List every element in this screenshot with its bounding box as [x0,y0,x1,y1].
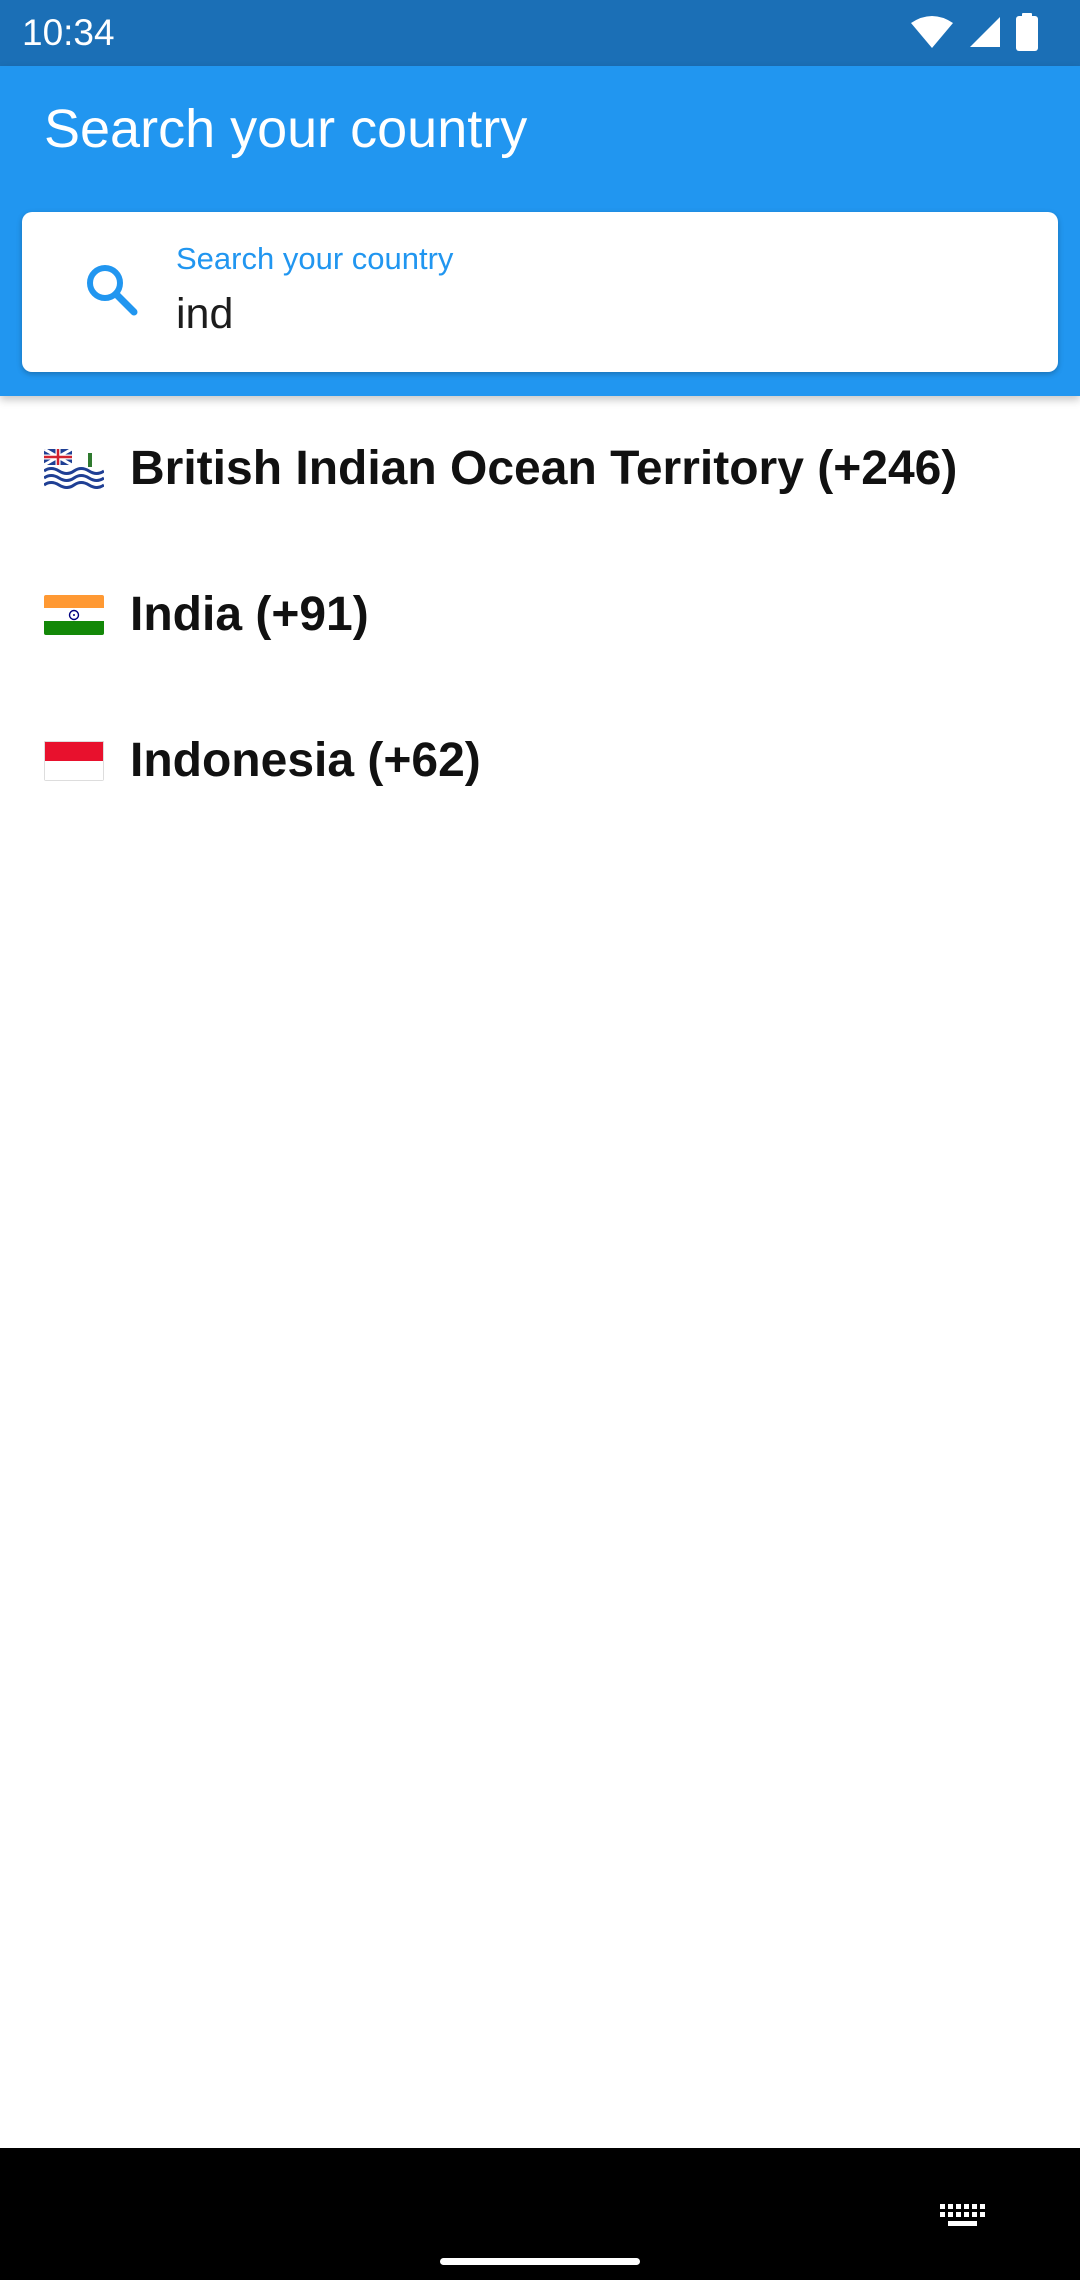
status-time: 10:34 [22,12,115,53]
country-item-indonesia[interactable]: Indonesia (+62) [0,688,1080,834]
british-indian-ocean-territory-flag-icon [44,449,104,489]
status-bar: 10:34 [0,0,1080,66]
search-label: Search your country [176,241,454,276]
search-input[interactable] [176,284,1016,344]
keyboard-icon[interactable] [938,2202,988,2230]
battery-icon [1016,13,1038,51]
home-handle[interactable] [440,2258,640,2265]
signal-icon [970,17,1000,47]
indonesia-flag-icon [44,741,104,781]
india-flag-icon [44,595,104,635]
country-name: British Indian Ocean Territory (+246) [130,442,958,495]
navigation-bar [0,2148,1080,2280]
search-icon [87,265,138,316]
country-item-india[interactable]: India (+91) [0,542,1080,688]
country-item-british-indian-ocean-territory[interactable]: British Indian Ocean Territory (+246) [0,396,1080,542]
search-card[interactable]: Search your country [22,212,1058,372]
app-bar: Search your country Search your country [0,66,1080,396]
country-list: British Indian Ocean Territory (+246) In… [0,396,1080,834]
country-name: Indonesia (+62) [130,734,481,787]
country-name: India (+91) [130,588,369,641]
wifi-icon [911,16,953,48]
status-icons [910,12,1038,52]
page-title: Search your country [44,99,528,159]
